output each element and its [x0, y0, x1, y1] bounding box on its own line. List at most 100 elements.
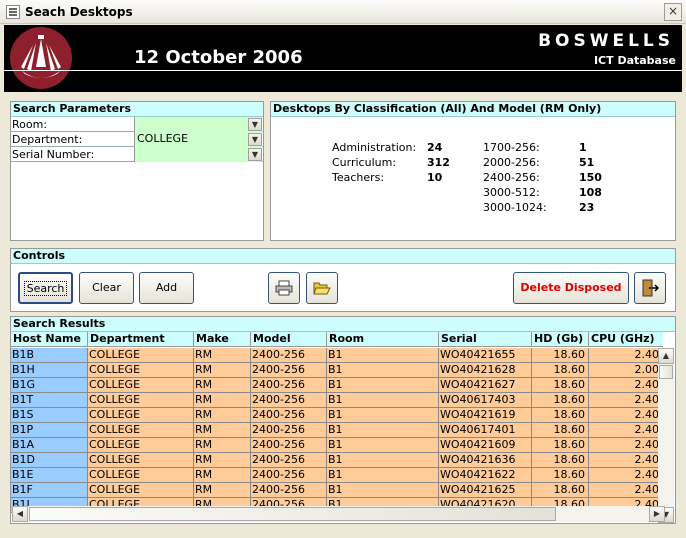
- host-name-cell[interactable]: B1D: [11, 453, 88, 468]
- col-make[interactable]: Make: [194, 332, 251, 347]
- host-name-cell[interactable]: B1E: [11, 468, 88, 483]
- department-cell[interactable]: COLLEGE: [88, 423, 194, 438]
- make-cell[interactable]: RM: [194, 438, 251, 453]
- serial-cell[interactable]: WO40421619: [439, 408, 532, 423]
- make-cell[interactable]: RM: [194, 363, 251, 378]
- department-cell[interactable]: COLLEGE: [88, 468, 194, 483]
- model-cell[interactable]: 2400-256: [251, 378, 327, 393]
- department-cell[interactable]: COLLEGE: [88, 363, 194, 378]
- hd-cell[interactable]: 18.60: [532, 468, 589, 483]
- hd-cell[interactable]: 18.60: [532, 408, 589, 423]
- horizontal-scrollbar[interactable]: ◀ ▶: [12, 506, 665, 522]
- serial-cell[interactable]: WO40421655: [439, 348, 532, 363]
- col-host-name[interactable]: Host Name: [11, 332, 88, 347]
- cpu-cell[interactable]: 2.40: [589, 408, 663, 423]
- cpu-cell[interactable]: 2.40: [589, 393, 663, 408]
- hd-cell[interactable]: 18.60: [532, 423, 589, 438]
- cpu-cell[interactable]: 2.40: [589, 483, 663, 498]
- department-cell[interactable]: COLLEGE: [88, 378, 194, 393]
- model-cell[interactable]: 2400-256: [251, 438, 327, 453]
- table-row[interactable]: B1F COLLEGE RM 2400-256 B1 WO40421625 18.60 2.4…: [11, 483, 663, 498]
- model-cell[interactable]: 2400-256: [251, 483, 327, 498]
- chevron-down-icon[interactable]: ▼: [248, 118, 262, 131]
- table-row[interactable]: B1D COLLEGE RM 2400-256 B1 WO40421636 18.60 2.4…: [11, 453, 663, 468]
- room-cell[interactable]: B1: [327, 423, 439, 438]
- serial-cell[interactable]: WO40617401: [439, 423, 532, 438]
- table-row[interactable]: B1A COLLEGE RM 2400-256 B1 WO40421609 18.60 2.4…: [11, 438, 663, 453]
- delete-disposed-button[interactable]: Delete Disposed: [513, 272, 629, 304]
- hd-cell[interactable]: 18.60: [532, 348, 589, 363]
- cpu-cell[interactable]: 2.40: [589, 468, 663, 483]
- model-cell[interactable]: 2400-256: [251, 348, 327, 363]
- department-cell[interactable]: COLLEGE: [88, 348, 194, 363]
- table-row[interactable]: B1G COLLEGE RM 2400-256 B1 WO40421627 18.60 2.4…: [11, 378, 663, 393]
- room-cell[interactable]: B1: [327, 378, 439, 393]
- cpu-cell[interactable]: 2.40: [589, 378, 663, 393]
- vertical-scrollbar[interactable]: ▲ ▼: [658, 348, 674, 523]
- room-cell[interactable]: B1: [327, 363, 439, 378]
- scroll-thumb[interactable]: [659, 365, 673, 379]
- cpu-cell[interactable]: 2.40: [589, 423, 663, 438]
- host-name-cell[interactable]: B1F: [11, 483, 88, 498]
- host-name-cell[interactable]: B1B: [11, 348, 88, 363]
- scroll-up-icon[interactable]: ▲: [658, 348, 674, 364]
- serial-cell[interactable]: WO40421636: [439, 453, 532, 468]
- room-cell[interactable]: B1: [327, 468, 439, 483]
- host-name-cell[interactable]: B1A: [11, 438, 88, 453]
- horizontal-scroll-thumb[interactable]: [29, 507, 556, 521]
- serial-cell[interactable]: WO40421627: [439, 378, 532, 393]
- department-cell[interactable]: COLLEGE: [88, 408, 194, 423]
- host-name-cell[interactable]: B1G: [11, 378, 88, 393]
- make-cell[interactable]: RM: [194, 483, 251, 498]
- host-name-cell[interactable]: B1P: [11, 423, 88, 438]
- print-button[interactable]: [268, 272, 300, 304]
- hd-cell[interactable]: 18.60: [532, 483, 589, 498]
- cpu-cell[interactable]: 2.40: [589, 348, 663, 363]
- host-name-cell[interactable]: B1S: [11, 408, 88, 423]
- department-cell[interactable]: COLLEGE: [88, 453, 194, 468]
- room-cell[interactable]: B1: [327, 453, 439, 468]
- col-hd[interactable]: HD (Gb): [532, 332, 589, 347]
- make-cell[interactable]: RM: [194, 408, 251, 423]
- table-row[interactable]: B1B COLLEGE RM 2400-256 B1 WO40421655 18.60 2.4…: [11, 348, 663, 363]
- model-cell[interactable]: 2400-256: [251, 363, 327, 378]
- host-name-cell[interactable]: B1T: [11, 393, 88, 408]
- col-department[interactable]: Department: [88, 332, 194, 347]
- serial-cell[interactable]: WO40421625: [439, 483, 532, 498]
- room-cell[interactable]: B1: [327, 483, 439, 498]
- hd-cell[interactable]: 18.60: [532, 363, 589, 378]
- scroll-left-icon[interactable]: ◀: [12, 506, 28, 522]
- table-row[interactable]: B1T COLLEGE RM 2400-256 B1 WO40617403 18.60 2.4…: [11, 393, 663, 408]
- table-row[interactable]: B1H COLLEGE RM 2400-256 B1 WO40421628 18.60 2.0…: [11, 363, 663, 378]
- scroll-right-icon[interactable]: ▶: [649, 506, 665, 522]
- col-serial[interactable]: Serial: [439, 332, 532, 347]
- cpu-cell[interactable]: 2.40: [589, 438, 663, 453]
- hd-cell[interactable]: 18.60: [532, 438, 589, 453]
- make-cell[interactable]: RM: [194, 423, 251, 438]
- department-cell[interactable]: COLLEGE: [88, 393, 194, 408]
- room-combo[interactable]: ▼: [134, 117, 262, 132]
- hd-cell[interactable]: 18.60: [532, 378, 589, 393]
- hd-cell[interactable]: 18.60: [532, 453, 589, 468]
- department-cell[interactable]: COLLEGE: [88, 483, 194, 498]
- department-cell[interactable]: COLLEGE: [88, 438, 194, 453]
- chevron-down-icon[interactable]: ▼: [248, 133, 262, 146]
- make-cell[interactable]: RM: [194, 453, 251, 468]
- serial-cell[interactable]: WO40617403: [439, 393, 532, 408]
- model-cell[interactable]: 2400-256: [251, 453, 327, 468]
- hd-cell[interactable]: 18.60: [532, 393, 589, 408]
- col-cpu[interactable]: CPU (GHz): [589, 332, 663, 347]
- chevron-down-icon[interactable]: ▼: [248, 148, 262, 161]
- make-cell[interactable]: RM: [194, 378, 251, 393]
- serial-number-combo[interactable]: ▼: [134, 147, 262, 162]
- cpu-cell[interactable]: 2.00: [589, 363, 663, 378]
- model-cell[interactable]: 2400-256: [251, 423, 327, 438]
- room-cell[interactable]: B1: [327, 408, 439, 423]
- search-button[interactable]: Search: [18, 272, 73, 304]
- model-cell[interactable]: 2400-256: [251, 393, 327, 408]
- col-model[interactable]: Model: [251, 332, 327, 347]
- col-room[interactable]: Room: [327, 332, 439, 347]
- make-cell[interactable]: RM: [194, 468, 251, 483]
- model-cell[interactable]: 2400-256: [251, 408, 327, 423]
- serial-cell[interactable]: WO40421628: [439, 363, 532, 378]
